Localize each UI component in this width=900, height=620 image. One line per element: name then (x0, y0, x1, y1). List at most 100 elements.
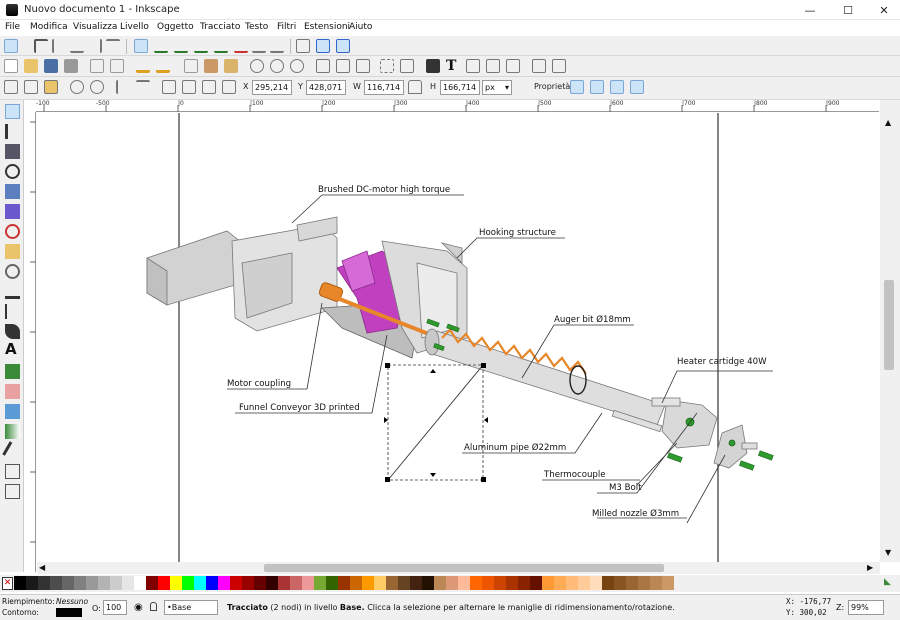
color-swatch[interactable] (254, 576, 266, 590)
paint-bucket-tool-icon[interactable] (5, 404, 20, 419)
menu-estensioni[interactable]: Estensioni (304, 22, 350, 32)
palette-menu-icon[interactable]: ◣ (884, 577, 891, 587)
select-all-icon[interactable] (4, 80, 18, 94)
color-swatch[interactable] (590, 576, 602, 590)
color-swatch[interactable] (302, 576, 314, 590)
pen-tool-icon[interactable] (5, 304, 20, 319)
color-swatch[interactable] (26, 576, 38, 590)
color-swatch[interactable] (374, 576, 386, 590)
color-swatch[interactable] (50, 576, 62, 590)
horizontal-scrollbar[interactable]: ◀ ▶ (37, 562, 880, 574)
pencil-tool-icon[interactable] (5, 284, 20, 299)
star-tool-icon[interactable] (5, 244, 20, 259)
lock-icon[interactable] (408, 80, 422, 94)
menu-file[interactable]: File (5, 22, 20, 32)
layer-select[interactable]: •Base (164, 600, 218, 615)
horizontal-scroll-thumb[interactable] (264, 564, 664, 572)
snap-toggle-button[interactable] (4, 39, 18, 53)
scale-corners-button[interactable] (590, 80, 604, 94)
ellipse-tool-icon[interactable] (5, 224, 20, 239)
measure-tool-icon[interactable] (5, 484, 20, 499)
maximize-button[interactable]: ☐ (830, 0, 866, 20)
ungroup-icon[interactable] (400, 59, 414, 73)
flip-horizontal-icon[interactable] (116, 80, 130, 94)
color-swatch[interactable] (122, 576, 134, 590)
vertical-scrollbar[interactable]: ▲ ▼ (880, 100, 900, 562)
eraser-tool-icon[interactable] (5, 384, 20, 399)
snap-guide-button[interactable] (336, 39, 350, 53)
menu-oggetto[interactable]: Oggetto (157, 22, 194, 32)
color-swatch[interactable] (482, 576, 494, 590)
color-swatch[interactable] (218, 576, 230, 590)
snap-intersection-icon[interactable] (174, 39, 188, 53)
menu-modifica[interactable]: Modifica (30, 22, 68, 32)
snap-grid-button[interactable] (316, 39, 330, 53)
group-icon[interactable] (380, 59, 394, 73)
color-swatch[interactable] (518, 576, 530, 590)
opacity-field[interactable]: 100 (103, 600, 127, 615)
color-swatch[interactable] (626, 576, 638, 590)
zoom-tool-icon[interactable] (5, 164, 20, 179)
preferences-icon[interactable] (532, 59, 546, 73)
color-swatch[interactable] (206, 576, 218, 590)
lower-bottom-icon[interactable] (162, 80, 176, 94)
snap-center-icon[interactable] (106, 39, 120, 53)
color-swatch[interactable] (314, 576, 326, 590)
stroke-swatch[interactable] (56, 608, 82, 617)
connector-tool-icon[interactable] (5, 464, 20, 479)
gradient-tool-icon[interactable] (5, 424, 20, 439)
raise-top-icon[interactable] (222, 80, 236, 94)
duplicate-icon[interactable] (316, 59, 330, 73)
lock-layer-icon[interactable] (150, 602, 157, 611)
unlink-clone-icon[interactable] (356, 59, 370, 73)
color-swatch[interactable] (146, 576, 158, 590)
eye-icon[interactable]: ◉ (134, 602, 143, 613)
menu-testo[interactable]: Testo (245, 22, 268, 32)
scroll-down-icon[interactable]: ▼ (885, 548, 891, 557)
resize-handle[interactable] (385, 477, 390, 482)
color-swatch[interactable] (242, 576, 254, 590)
snap-edge-icon[interactable] (52, 39, 66, 53)
flip-vertical-icon[interactable] (136, 80, 150, 94)
raise-icon[interactable] (202, 80, 216, 94)
x-field[interactable]: 295,214 (252, 80, 292, 95)
tweak-tool-icon[interactable] (5, 144, 20, 159)
resize-handle[interactable] (484, 417, 488, 423)
color-swatch[interactable] (290, 576, 302, 590)
node-tool-icon[interactable] (5, 124, 20, 139)
color-swatch[interactable] (494, 576, 506, 590)
cut-icon[interactable] (204, 59, 218, 73)
menu-livello[interactable]: Livello (120, 22, 149, 32)
resize-handle[interactable] (385, 363, 390, 368)
color-swatch[interactable] (398, 576, 410, 590)
color-swatch[interactable] (458, 576, 470, 590)
snap-nodes-button[interactable] (134, 39, 148, 53)
color-swatch[interactable] (158, 576, 170, 590)
no-paint-swatch[interactable]: ✕ (2, 577, 13, 590)
document-properties-icon[interactable] (552, 59, 566, 73)
color-swatch[interactable] (230, 576, 242, 590)
color-swatch[interactable] (278, 576, 290, 590)
new-document-icon[interactable] (4, 59, 18, 73)
fill-stroke-icon[interactable] (426, 59, 440, 73)
selection-bbox[interactable] (384, 363, 488, 482)
snap-midpoint-icon[interactable] (88, 39, 102, 53)
scale-stroke-button[interactable] (570, 80, 584, 94)
snap-line-midpoint-icon[interactable] (234, 39, 248, 53)
undo-icon[interactable] (136, 59, 150, 73)
color-swatch[interactable] (110, 576, 122, 590)
copy-icon[interactable] (184, 59, 198, 73)
text-tool-icon[interactable]: A (5, 340, 17, 358)
rectangle-tool-icon[interactable] (5, 184, 20, 199)
h-field[interactable]: 166,714 (440, 80, 480, 95)
scroll-right-icon[interactable]: ▶ (867, 563, 873, 572)
dropper-tool-icon[interactable] (2, 441, 23, 462)
import-icon[interactable] (90, 59, 104, 73)
color-swatch[interactable] (554, 576, 566, 590)
color-swatch[interactable] (614, 576, 626, 590)
menu-visualizza[interactable]: Visualizza (73, 22, 117, 32)
color-swatch[interactable] (506, 576, 518, 590)
color-swatch[interactable] (446, 576, 458, 590)
spiral-tool-icon[interactable] (5, 264, 20, 279)
color-swatch[interactable] (434, 576, 446, 590)
